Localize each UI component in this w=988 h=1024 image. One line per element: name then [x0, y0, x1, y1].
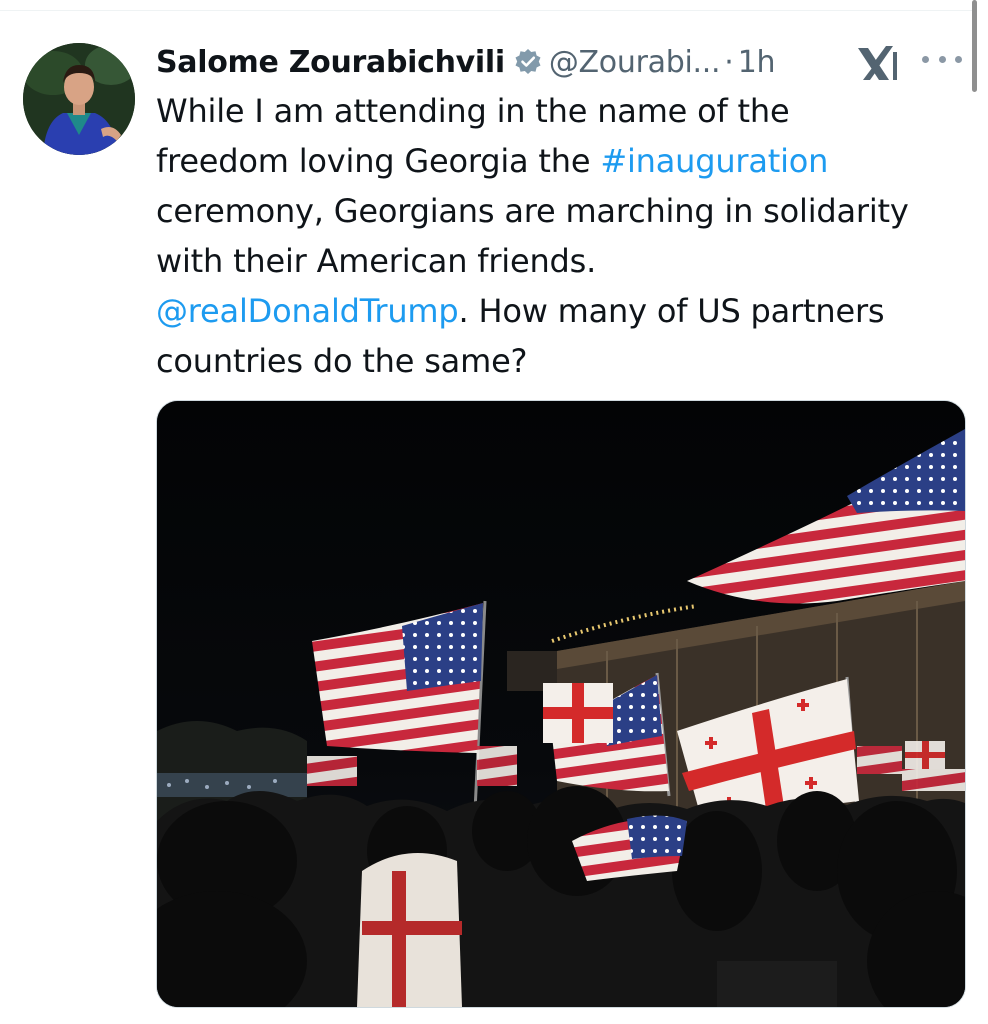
author-handle[interactable]: @Zourabi... — [549, 45, 721, 80]
hashtag-link[interactable]: #inauguration — [600, 142, 828, 180]
tweet-line: While I am attending in the name of the — [156, 92, 790, 130]
tweet-line: with their American friends. — [156, 242, 597, 280]
scrollbar[interactable] — [972, 0, 977, 92]
more-dot-icon — [955, 55, 962, 63]
author-name[interactable]: Salome Zourabichvili — [156, 45, 505, 80]
tweet-line: ceremony, Georgians are marching in soli… — [156, 192, 909, 230]
photo-flags-crowd — [157, 401, 965, 1007]
tweet-text-segment: . How many of US partners — [458, 292, 885, 330]
tweet-photo[interactable] — [156, 400, 966, 1008]
tweet-line: countries do the same? — [156, 342, 528, 380]
more-options-icon[interactable] — [922, 48, 962, 70]
tweet-text: While I am attending in the name of the … — [156, 86, 966, 386]
separator-dot: · — [724, 44, 734, 80]
avatar-portrait — [23, 43, 135, 155]
tweet-line: @realDonaldTrump. How many of US partner… — [156, 286, 966, 336]
more-dot-icon — [938, 55, 946, 63]
tweet-header: Salome Zourabichvili @Zourabi... · 1h — [156, 40, 966, 84]
tweet-timestamp[interactable]: 1h — [738, 45, 776, 80]
grok-icon[interactable] — [855, 44, 899, 84]
more-dot-icon — [922, 55, 929, 63]
mention-link[interactable]: @realDonaldTrump — [156, 292, 459, 330]
author-avatar[interactable] — [23, 43, 135, 155]
tweet-text-segment: freedom loving Georgia the — [156, 142, 601, 180]
verified-badge-icon — [513, 47, 543, 77]
top-divider — [0, 10, 975, 11]
tweet-line: freedom loving Georgia the #inauguration — [156, 136, 966, 186]
